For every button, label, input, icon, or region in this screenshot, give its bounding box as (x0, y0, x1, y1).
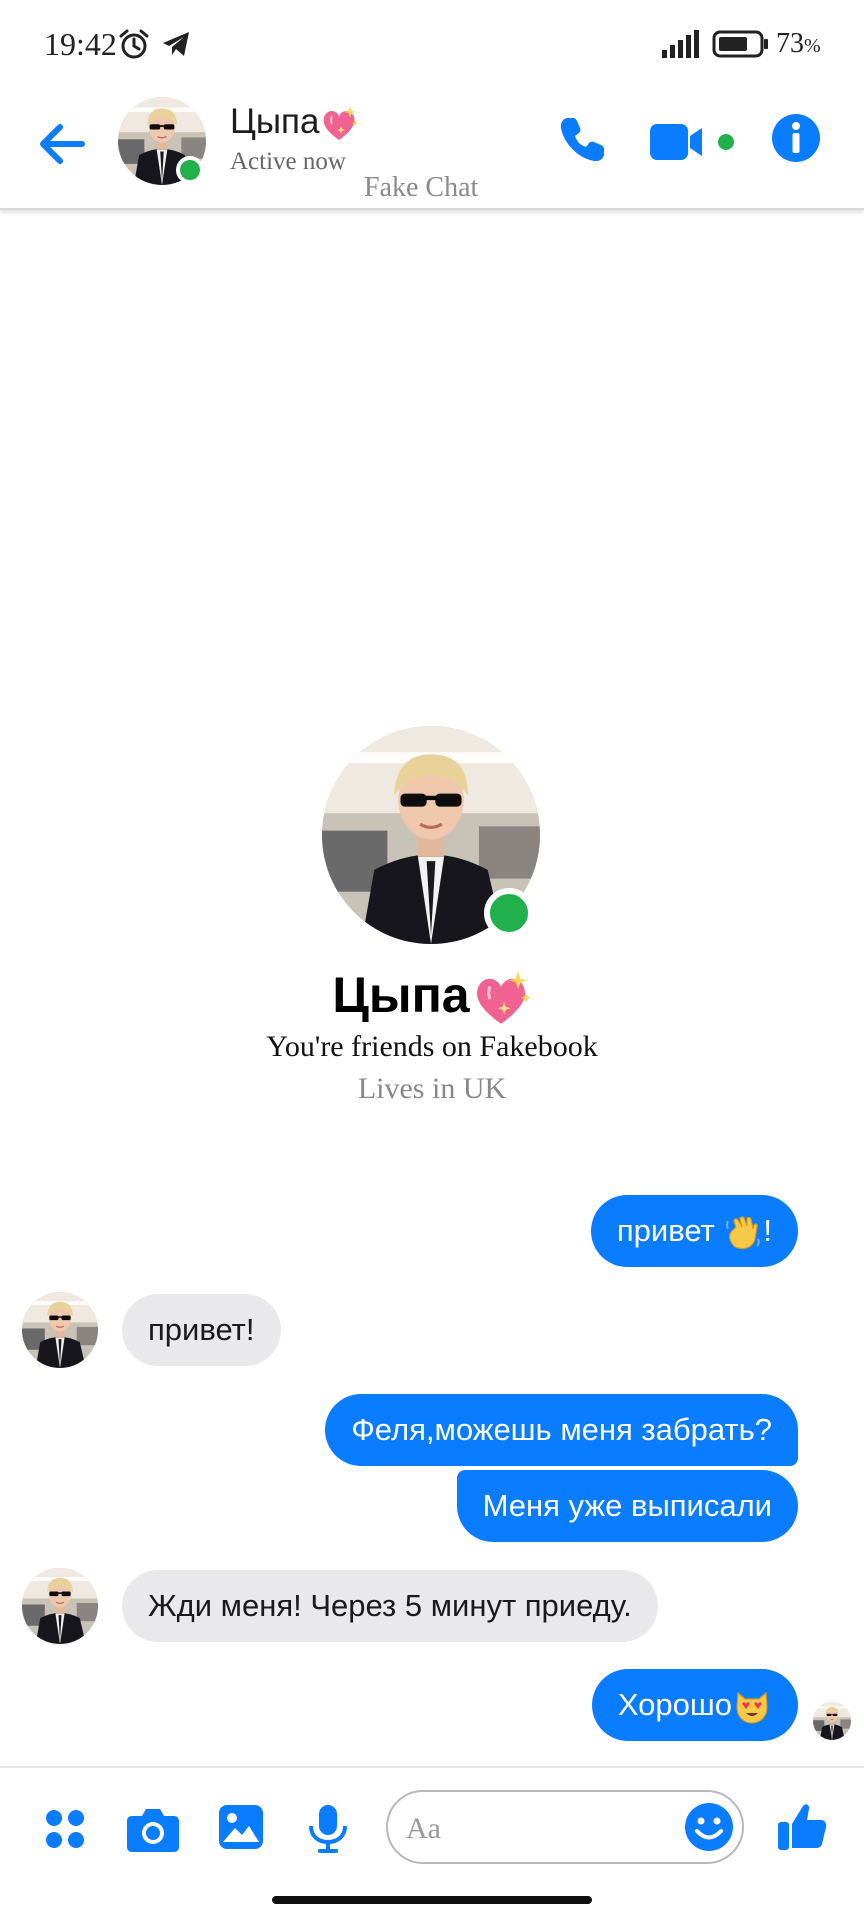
profile-online-indicator (484, 888, 534, 938)
message-outgoing[interactable]: Феля,можешь меня забрать? (325, 1394, 798, 1466)
contact-name[interactable]: Цыпа (230, 102, 359, 144)
status-time: 19:42 (44, 26, 117, 62)
battery-icon (712, 30, 768, 58)
online-indicator (176, 156, 204, 184)
telegram-icon (163, 32, 189, 56)
info-icon[interactable] (770, 112, 822, 164)
camera-icon[interactable] (126, 1804, 180, 1854)
message-input-placeholder: Aa (406, 1812, 441, 1845)
friends-status: You're friends on Fakebook (266, 1030, 598, 1063)
chat-header: Цыпа Active now Fake Chat (0, 92, 864, 210)
sparkling-heart-icon (470, 968, 532, 1030)
alarm-icon (119, 29, 149, 59)
message-composer: Aa (0, 1766, 864, 1892)
signal-icon (662, 30, 699, 58)
microphone-icon[interactable] (308, 1804, 348, 1854)
back-arrow-icon[interactable] (32, 114, 92, 174)
profile-location: Lives in UK (357, 1072, 507, 1105)
message-outgoing[interactable]: Меня уже выписали (456, 1470, 798, 1542)
heart-eyes-cat-icon (736, 1691, 768, 1724)
message-outgoing[interactable]: привет ! (590, 1195, 798, 1267)
profile-name: Цыпа (0, 966, 864, 1030)
message-outgoing[interactable]: Хорошо (591, 1669, 798, 1741)
gallery-icon[interactable] (218, 1804, 264, 1850)
incoming-avatar (22, 1568, 98, 1644)
incoming-avatar (22, 1292, 98, 1368)
phone-icon[interactable] (554, 112, 610, 168)
thumbs-up-icon[interactable] (776, 1800, 828, 1852)
apps-icon[interactable] (44, 1808, 86, 1850)
video-camera-icon[interactable] (648, 118, 738, 166)
status-bar: 19:42 73% (0, 0, 864, 92)
seen-receipt-avatar (813, 1702, 851, 1740)
waving-hand-icon (726, 1216, 761, 1249)
watermark: Fake Chat (364, 172, 479, 203)
message-input[interactable]: Aa (386, 1790, 744, 1864)
message-incoming[interactable]: привет! (122, 1294, 281, 1366)
sparkling-heart-icon (319, 104, 359, 144)
message-incoming[interactable]: Жди меня! Через 5 минут приеду. (122, 1570, 658, 1642)
home-indicator[interactable] (272, 1896, 592, 1904)
battery-percent: 73% (776, 28, 821, 59)
emoji-icon[interactable] (684, 1802, 734, 1852)
contact-status: Active now (230, 148, 346, 175)
